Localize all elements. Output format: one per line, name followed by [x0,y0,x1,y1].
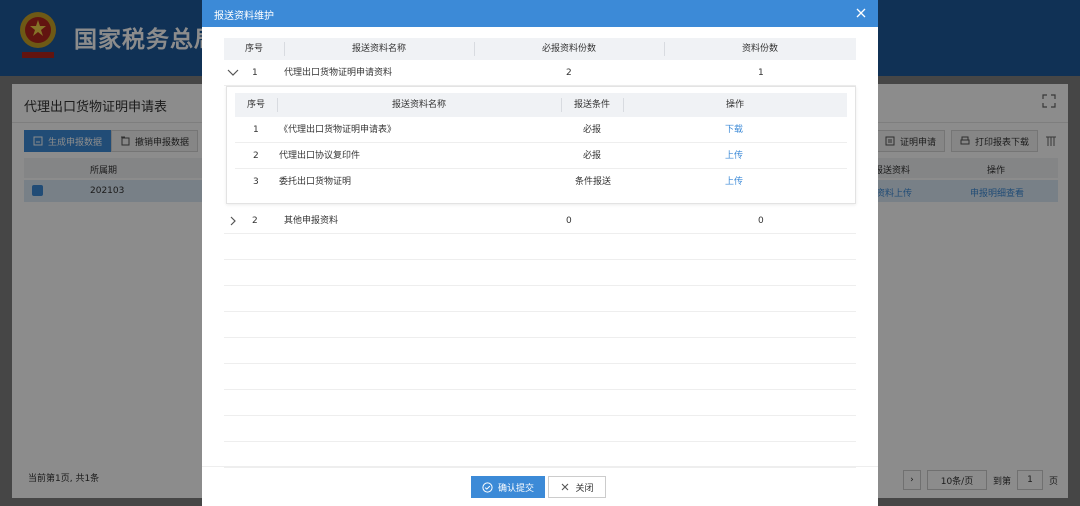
materials-modal: 报送资料维护 序号 报送资料名称 必报资料份数 资料份数 1 代理出口货物证明申… [202,0,878,506]
row-index: 1 [252,68,258,78]
materials-table: 序号 报送资料名称 必报资料份数 资料份数 1 代理出口货物证明申请资料 2 1… [224,38,856,468]
chevron-right-icon[interactable] [227,216,239,226]
empty-row [224,260,856,286]
table-row[interactable]: 2 其他申报资料 0 0 [224,208,856,234]
detail-index: 2 [253,151,259,161]
empty-row [224,338,856,364]
confirm-submit-button[interactable]: 确认提交 [471,476,545,498]
empty-row [224,416,856,442]
confirm-label: 确认提交 [497,483,534,494]
detail-index: 3 [253,177,259,187]
row-index: 2 [252,216,258,226]
detail-name: 《代理出口货物证明申请表》 [279,125,397,135]
table-header: 序号 报送资料名称 必报资料份数 资料份数 [224,38,856,60]
empty-row [224,364,856,390]
list-item: 2 代理出口协议复印件 必报 上传 [235,143,847,169]
col-name: 报送资料名称 [351,44,406,54]
detail-table-header: 序号 报送资料名称 报送条件 操作 [235,93,847,117]
row-name: 代理出口货物证明申请资料 [284,68,393,78]
modal-header: 报送资料维护 [202,0,878,27]
detail-col-condition: 报送条件 [573,100,610,110]
row-count: 1 [758,68,764,78]
chevron-down-icon[interactable] [227,68,239,78]
detail-col-index: 序号 [246,100,265,110]
close-label: 关闭 [575,483,594,494]
detail-name: 委托出口货物证明 [279,177,352,187]
empty-row [224,234,856,260]
empty-row [224,312,856,338]
empty-row [224,286,856,312]
empty-row [224,442,856,468]
col-index: 序号 [244,44,263,54]
modal-title: 报送资料维护 [214,11,274,22]
detail-col-action: 操作 [725,100,744,110]
check-circle-icon [482,481,493,493]
detail-index: 1 [253,125,259,135]
table-row[interactable]: 1 代理出口货物证明申请资料 2 1 [224,60,856,86]
close-button[interactable]: 关闭 [548,476,606,498]
detail-condition: 条件报送 [575,177,612,187]
close-icon [562,483,569,491]
detail-name: 代理出口协议复印件 [279,151,361,161]
row-required-count: 0 [566,216,572,226]
col-count: 资料份数 [741,44,778,54]
detail-condition: 必报 [583,125,602,135]
upload-link[interactable]: 上传 [725,143,743,169]
row-count: 0 [758,216,764,226]
footer-divider [202,466,878,467]
list-item: 1 《代理出口货物证明申请表》 必报 下载 [235,117,847,143]
empty-row [224,390,856,416]
col-required: 必报资料份数 [541,44,596,54]
row-name: 其他申报资料 [284,216,339,226]
detail-condition: 必报 [583,151,602,161]
close-icon[interactable] [854,6,868,20]
row-required-count: 2 [566,68,572,78]
detail-col-name: 报送资料名称 [391,100,446,110]
detail-table: 序号 报送资料名称 报送条件 操作 1 《代理出口货物证明申请表》 必报 下载 … [235,93,847,195]
expanded-detail: 序号 报送资料名称 报送条件 操作 1 《代理出口货物证明申请表》 必报 下载 … [226,86,856,204]
list-item: 3 委托出口货物证明 条件报送 上传 [235,169,847,195]
download-link[interactable]: 下载 [725,117,743,143]
upload-link[interactable]: 上传 [725,169,743,195]
